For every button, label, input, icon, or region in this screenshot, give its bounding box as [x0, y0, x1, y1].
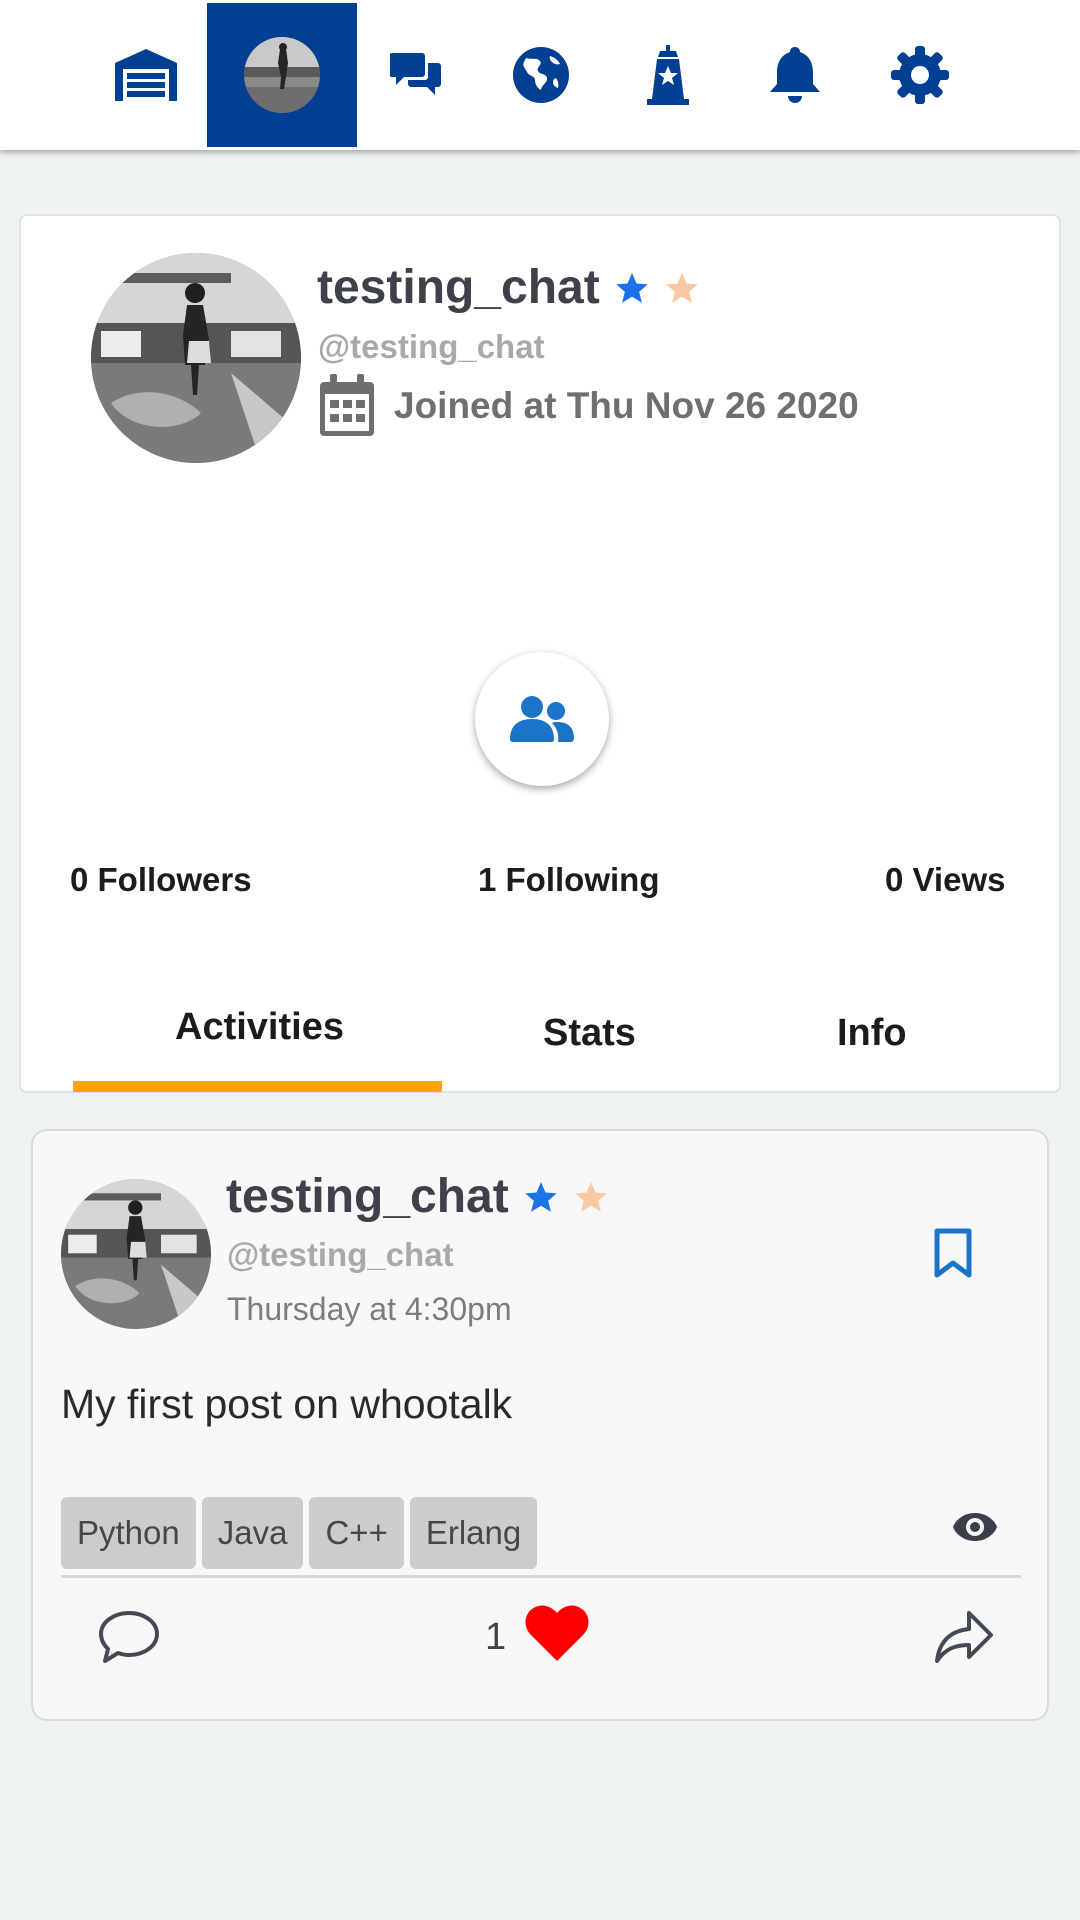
profile-username: testing_chat [317, 261, 600, 314]
post-card: testing_chat @testing_chat Thursday at 4… [31, 1129, 1049, 1721]
post-body: My first post on whootalk [61, 1381, 513, 1427]
gear-icon [891, 46, 949, 104]
post-handle: @testing_chat [227, 1236, 454, 1273]
garage-icon [115, 49, 177, 101]
tab-activities[interactable]: Activities [175, 1006, 344, 1049]
bookmark-button[interactable] [933, 1228, 973, 1283]
bookmark-icon [934, 1228, 972, 1278]
followers-count[interactable]: 0 Followers [70, 861, 252, 899]
eye-icon [953, 1513, 997, 1541]
users-icon [510, 696, 574, 742]
following-count[interactable]: 1 Following [478, 861, 659, 899]
views-button[interactable] [951, 1511, 999, 1548]
tag[interactable]: Erlang [409, 1497, 538, 1569]
views-count: 0 Views [885, 861, 1006, 898]
tag[interactable]: C++ [309, 1497, 404, 1569]
tag[interactable]: Python [61, 1497, 196, 1569]
post-username-row: testing_chat [226, 1169, 609, 1224]
calendar-icon [320, 374, 374, 436]
star-icon [524, 1181, 557, 1212]
post-avatar[interactable] [61, 1179, 211, 1329]
post-tags: Python Java C++ Erlang [61, 1497, 543, 1569]
tag[interactable]: Java [201, 1497, 304, 1569]
bell-icon [770, 47, 820, 103]
post-timestamp: Thursday at 4:30pm [227, 1291, 512, 1327]
joined-row: Joined at Thu Nov 26 2020 [318, 374, 859, 438]
comment-button[interactable] [97, 1609, 161, 1670]
top-navigation-bar [0, 0, 1080, 150]
profile-handle: @testing_chat [318, 328, 545, 365]
star-icon [574, 1181, 607, 1212]
share-icon [935, 1611, 993, 1663]
heart-icon [525, 1605, 589, 1661]
like-count: 1 [485, 1616, 507, 1658]
profile-avatar [244, 37, 320, 113]
star-icon [665, 272, 698, 303]
tab-stats[interactable]: Stats [543, 1012, 636, 1055]
comment-icon [99, 1611, 159, 1663]
post-username[interactable]: testing_chat [226, 1169, 509, 1224]
profile-card: testing_chat @testing_chat Joined at Thu… [19, 214, 1061, 1093]
profile-username-row: testing_chat [317, 260, 700, 315]
avatar[interactable] [91, 253, 301, 463]
joined-date: Joined at Thu Nov 26 2020 [394, 385, 859, 426]
globe-icon [513, 47, 569, 103]
chat-bubbles-icon [390, 53, 441, 95]
share-button[interactable] [933, 1609, 995, 1670]
active-tab-indicator [73, 1081, 442, 1092]
nav-profile[interactable] [207, 3, 357, 147]
star-icon [615, 272, 648, 303]
lighthouse-icon [647, 45, 689, 105]
like-button[interactable] [525, 1605, 589, 1668]
nav-home[interactable] [71, 3, 221, 147]
follow-button[interactable] [475, 652, 609, 786]
nav-settings[interactable] [845, 3, 995, 147]
divider [61, 1575, 1021, 1578]
tab-info[interactable]: Info [837, 1012, 907, 1055]
